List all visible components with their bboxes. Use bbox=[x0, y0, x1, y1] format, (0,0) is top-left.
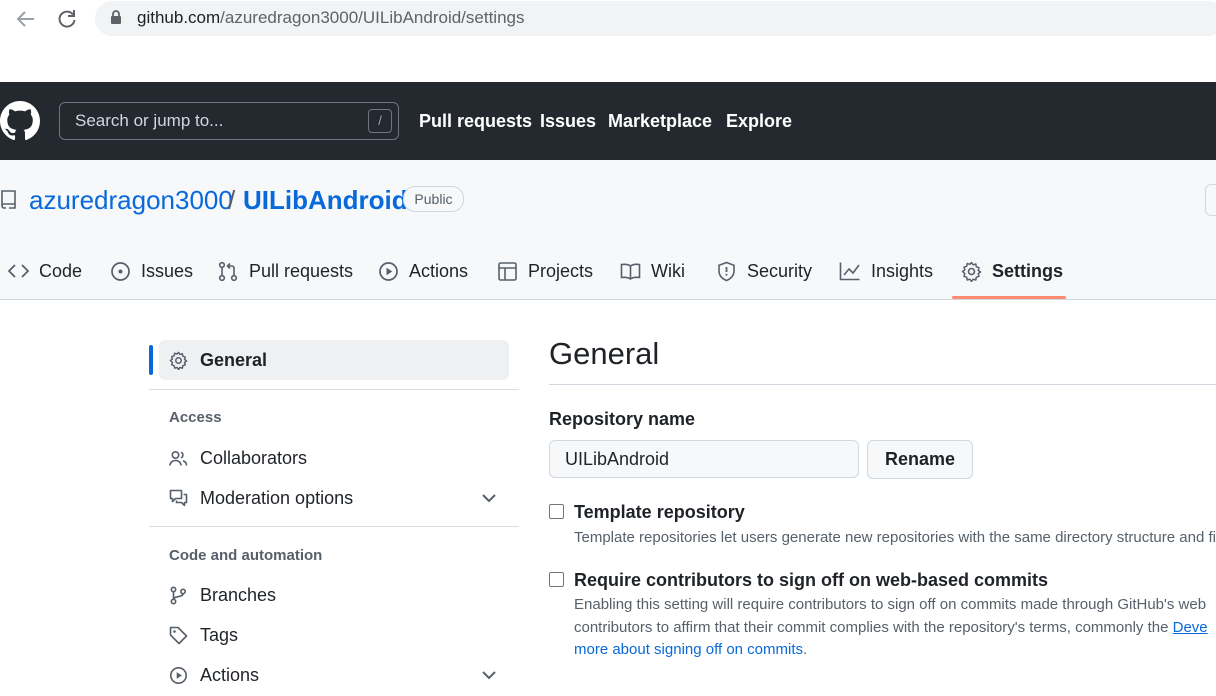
sidebar-item-label: Actions bbox=[200, 664, 260, 685]
repo-owner-link[interactable]: azuredragon3000 bbox=[29, 185, 233, 216]
tab-label: Insights bbox=[871, 260, 934, 281]
title-divider bbox=[549, 384, 1216, 385]
chevron-down-icon[interactable] bbox=[480, 668, 498, 682]
nav-pull-requests[interactable]: Pull requests bbox=[419, 111, 532, 132]
tab-pull-requests[interactable]: Pull requests bbox=[218, 256, 353, 286]
tag-icon bbox=[169, 626, 200, 645]
signoff-checkbox[interactable] bbox=[549, 572, 564, 587]
play-icon bbox=[378, 261, 409, 282]
graph-icon bbox=[839, 261, 871, 281]
tab-label: Settings bbox=[992, 260, 1064, 281]
sidebar-item-label: Moderation options bbox=[200, 487, 354, 508]
nav-explore[interactable]: Explore bbox=[726, 111, 792, 132]
repo-path-separator: / bbox=[228, 185, 236, 215]
tab-label: Security bbox=[747, 260, 813, 281]
sidebar-item-tags[interactable]: Tags bbox=[169, 623, 238, 647]
shield-icon bbox=[716, 261, 747, 282]
selected-tab-underline bbox=[952, 296, 1066, 299]
lock-icon[interactable] bbox=[110, 10, 122, 25]
search-placeholder: Search or jump to... bbox=[75, 111, 224, 130]
repo-icon bbox=[0, 189, 18, 209]
gear-icon bbox=[169, 351, 200, 370]
tab-code[interactable]: Code bbox=[8, 256, 82, 286]
tab-label: Actions bbox=[409, 260, 469, 281]
reload-icon[interactable] bbox=[56, 8, 78, 30]
repo-name-label: Repository name bbox=[549, 409, 696, 429]
tab-wiki[interactable]: Wiki bbox=[620, 256, 685, 286]
sidebar-divider bbox=[149, 389, 519, 390]
url-text[interactable]: github.com/azuredragon3000/UILibAndroid/… bbox=[137, 8, 525, 28]
url-path: /azuredragon3000/UILibAndroid/settings bbox=[220, 8, 525, 27]
tab-actions[interactable]: Actions bbox=[378, 256, 468, 286]
sidebar-item-label: General bbox=[200, 349, 268, 370]
sidebar-item-label: Collaborators bbox=[200, 447, 308, 468]
signoff-description-line1: Enabling this setting will require contr… bbox=[574, 596, 1207, 613]
table-icon bbox=[497, 261, 528, 282]
sidebar-active-indicator bbox=[149, 345, 153, 375]
tab-label: Code bbox=[39, 260, 83, 281]
sidebar-heading-access: Access bbox=[169, 409, 222, 426]
play-icon bbox=[169, 666, 200, 685]
sidebar-item-actions[interactable]: Actions bbox=[169, 663, 259, 687]
tab-label: Pull requests bbox=[249, 260, 354, 281]
rename-button[interactable]: Rename bbox=[867, 440, 973, 479]
search-shortcut-key: / bbox=[368, 109, 392, 133]
signoff-description-period: . bbox=[803, 641, 808, 658]
sidebar-item-collaborators[interactable]: Collaborators bbox=[169, 446, 307, 470]
branch-icon bbox=[169, 585, 200, 605]
template-repository-checkbox[interactable] bbox=[549, 504, 564, 519]
visibility-badge: Public bbox=[403, 186, 464, 212]
repo-name-link[interactable]: UILibAndroid bbox=[243, 185, 408, 216]
signoff-description-line3: more about signing off on commits. bbox=[574, 641, 807, 658]
sidebar-heading-code-automation: Code and automation bbox=[169, 547, 323, 564]
signoff-description-line2: contributors to affirm that their commit… bbox=[574, 619, 1208, 636]
repo-action-button[interactable] bbox=[1205, 184, 1216, 216]
sidebar-item-label: Branches bbox=[200, 584, 277, 605]
sidebar-item-moderation[interactable]: Moderation options bbox=[169, 486, 353, 510]
sidebar-divider bbox=[149, 526, 519, 527]
code-icon bbox=[8, 262, 39, 280]
tab-issues[interactable]: Issues bbox=[110, 256, 193, 286]
tab-label: Wiki bbox=[651, 260, 685, 281]
learn-signoff-link[interactable]: more about signing off on commits bbox=[574, 641, 803, 658]
gear-icon bbox=[961, 261, 992, 282]
page-title: General bbox=[549, 336, 660, 371]
back-arrow-icon[interactable] bbox=[14, 8, 38, 30]
comment-discussion-icon bbox=[169, 489, 200, 507]
pull-request-icon bbox=[218, 261, 249, 282]
template-repository-label[interactable]: Template repository bbox=[574, 502, 745, 523]
people-icon bbox=[169, 450, 200, 467]
tab-security[interactable]: Security bbox=[716, 256, 812, 286]
book-icon bbox=[620, 262, 651, 281]
sidebar-item-label: Tags bbox=[200, 624, 239, 645]
issue-icon bbox=[110, 261, 141, 282]
sidebar-item-branches[interactable]: Branches bbox=[169, 583, 276, 607]
developer-certificate-link[interactable]: Deve bbox=[1173, 619, 1208, 636]
template-repository-description: Template repositories let users generate… bbox=[574, 529, 1216, 546]
tab-settings[interactable]: Settings bbox=[961, 256, 1063, 286]
tab-label: Issues bbox=[141, 260, 194, 281]
signoff-description-text: contributors to affirm that their commit… bbox=[574, 619, 1173, 636]
chevron-down-icon[interactable] bbox=[480, 491, 498, 505]
nav-issues[interactable]: Issues bbox=[540, 111, 596, 132]
url-host: github.com bbox=[137, 8, 221, 27]
github-logo-icon[interactable] bbox=[0, 101, 40, 141]
sidebar-item-general-content[interactable]: General bbox=[169, 348, 267, 372]
tab-insights[interactable]: Insights bbox=[839, 256, 933, 286]
tab-projects[interactable]: Projects bbox=[497, 256, 593, 286]
tab-label: Projects bbox=[528, 260, 594, 281]
repo-name-input[interactable] bbox=[549, 440, 859, 478]
signoff-label[interactable]: Require contributors to sign off on web-… bbox=[574, 570, 1048, 591]
nav-marketplace[interactable]: Marketplace bbox=[608, 111, 712, 132]
